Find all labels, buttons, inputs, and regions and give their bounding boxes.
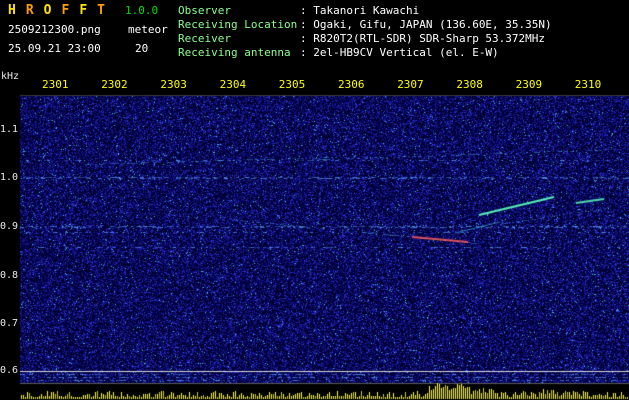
datetime-label: 25.09.21 23:00 xyxy=(8,42,101,55)
freq-tick-label: 0.8 xyxy=(0,270,19,281)
mode-label: meteor xyxy=(128,23,168,36)
freq-tick-label: 0.9 xyxy=(0,221,19,232)
time-tick-label: 2301 xyxy=(42,78,69,91)
info-row-receiver: Receiver R820T2(RTL-SDR) SDR-Sharp 53.37… xyxy=(178,32,628,45)
info-label-receiver: Receiver xyxy=(178,32,231,45)
spectrogram-canvas xyxy=(0,0,629,400)
app-title-letter: H xyxy=(8,3,16,18)
freq-tick-label: 1.1 xyxy=(0,124,19,135)
app-title-letter: R xyxy=(25,3,34,18)
info-label-location: Receiving Location xyxy=(178,18,298,31)
info-value-antenna: 2el-HB9CV Vertical (el. E-W) xyxy=(300,46,498,59)
freq-tick-label: 0.7 xyxy=(0,318,19,329)
info-row-antenna: Receiving antenna 2el-HB9CV Vertical (el… xyxy=(178,46,628,59)
app-title: HROFFT xyxy=(8,4,115,17)
info-row-observer: Observer Takanori Kawachi xyxy=(178,4,628,17)
time-tick-label: 2302 xyxy=(101,78,128,91)
time-tick-label: 2305 xyxy=(278,78,306,91)
hrofft-screen: HROFFT 1.0.0 2509212300.png meteor 25.09… xyxy=(0,0,629,400)
time-tick-label: 2310 xyxy=(574,78,602,91)
freq-tick-label: 1.0 xyxy=(0,172,19,183)
time-tick-label: 2308 xyxy=(456,78,483,91)
info-value-observer: Takanori Kawachi xyxy=(300,4,419,17)
time-tick-label: 2309 xyxy=(515,78,543,91)
filename-label: 2509212300.png xyxy=(8,23,101,36)
info-label-observer: Observer xyxy=(178,4,231,17)
app-title-letter: F xyxy=(61,3,70,18)
echo-count-label: 20 xyxy=(135,42,149,55)
freq-tick-label: 0.6 xyxy=(0,365,19,376)
app-title-letter: T xyxy=(97,3,105,18)
info-row-location: Receiving Location Ogaki, Gifu, JAPAN (1… xyxy=(178,18,628,31)
info-value-location: Ogaki, Gifu, JAPAN (136.60E, 35.35N) xyxy=(300,18,551,31)
freq-axis-unit: kHz xyxy=(1,71,20,82)
time-tick-label: 2306 xyxy=(338,78,365,91)
info-value-receiver: R820T2(RTL-SDR) SDR-Sharp 53.372MHz xyxy=(300,32,545,45)
app-title-letter: F xyxy=(79,3,88,18)
time-tick-label: 2303 xyxy=(160,78,187,91)
time-tick-label: 2304 xyxy=(219,78,247,91)
info-label-antenna: Receiving antenna xyxy=(178,46,291,59)
version-label: 1.0.0 xyxy=(125,4,159,17)
app-title-letter: O xyxy=(43,3,52,18)
time-tick-label: 2307 xyxy=(397,78,424,91)
